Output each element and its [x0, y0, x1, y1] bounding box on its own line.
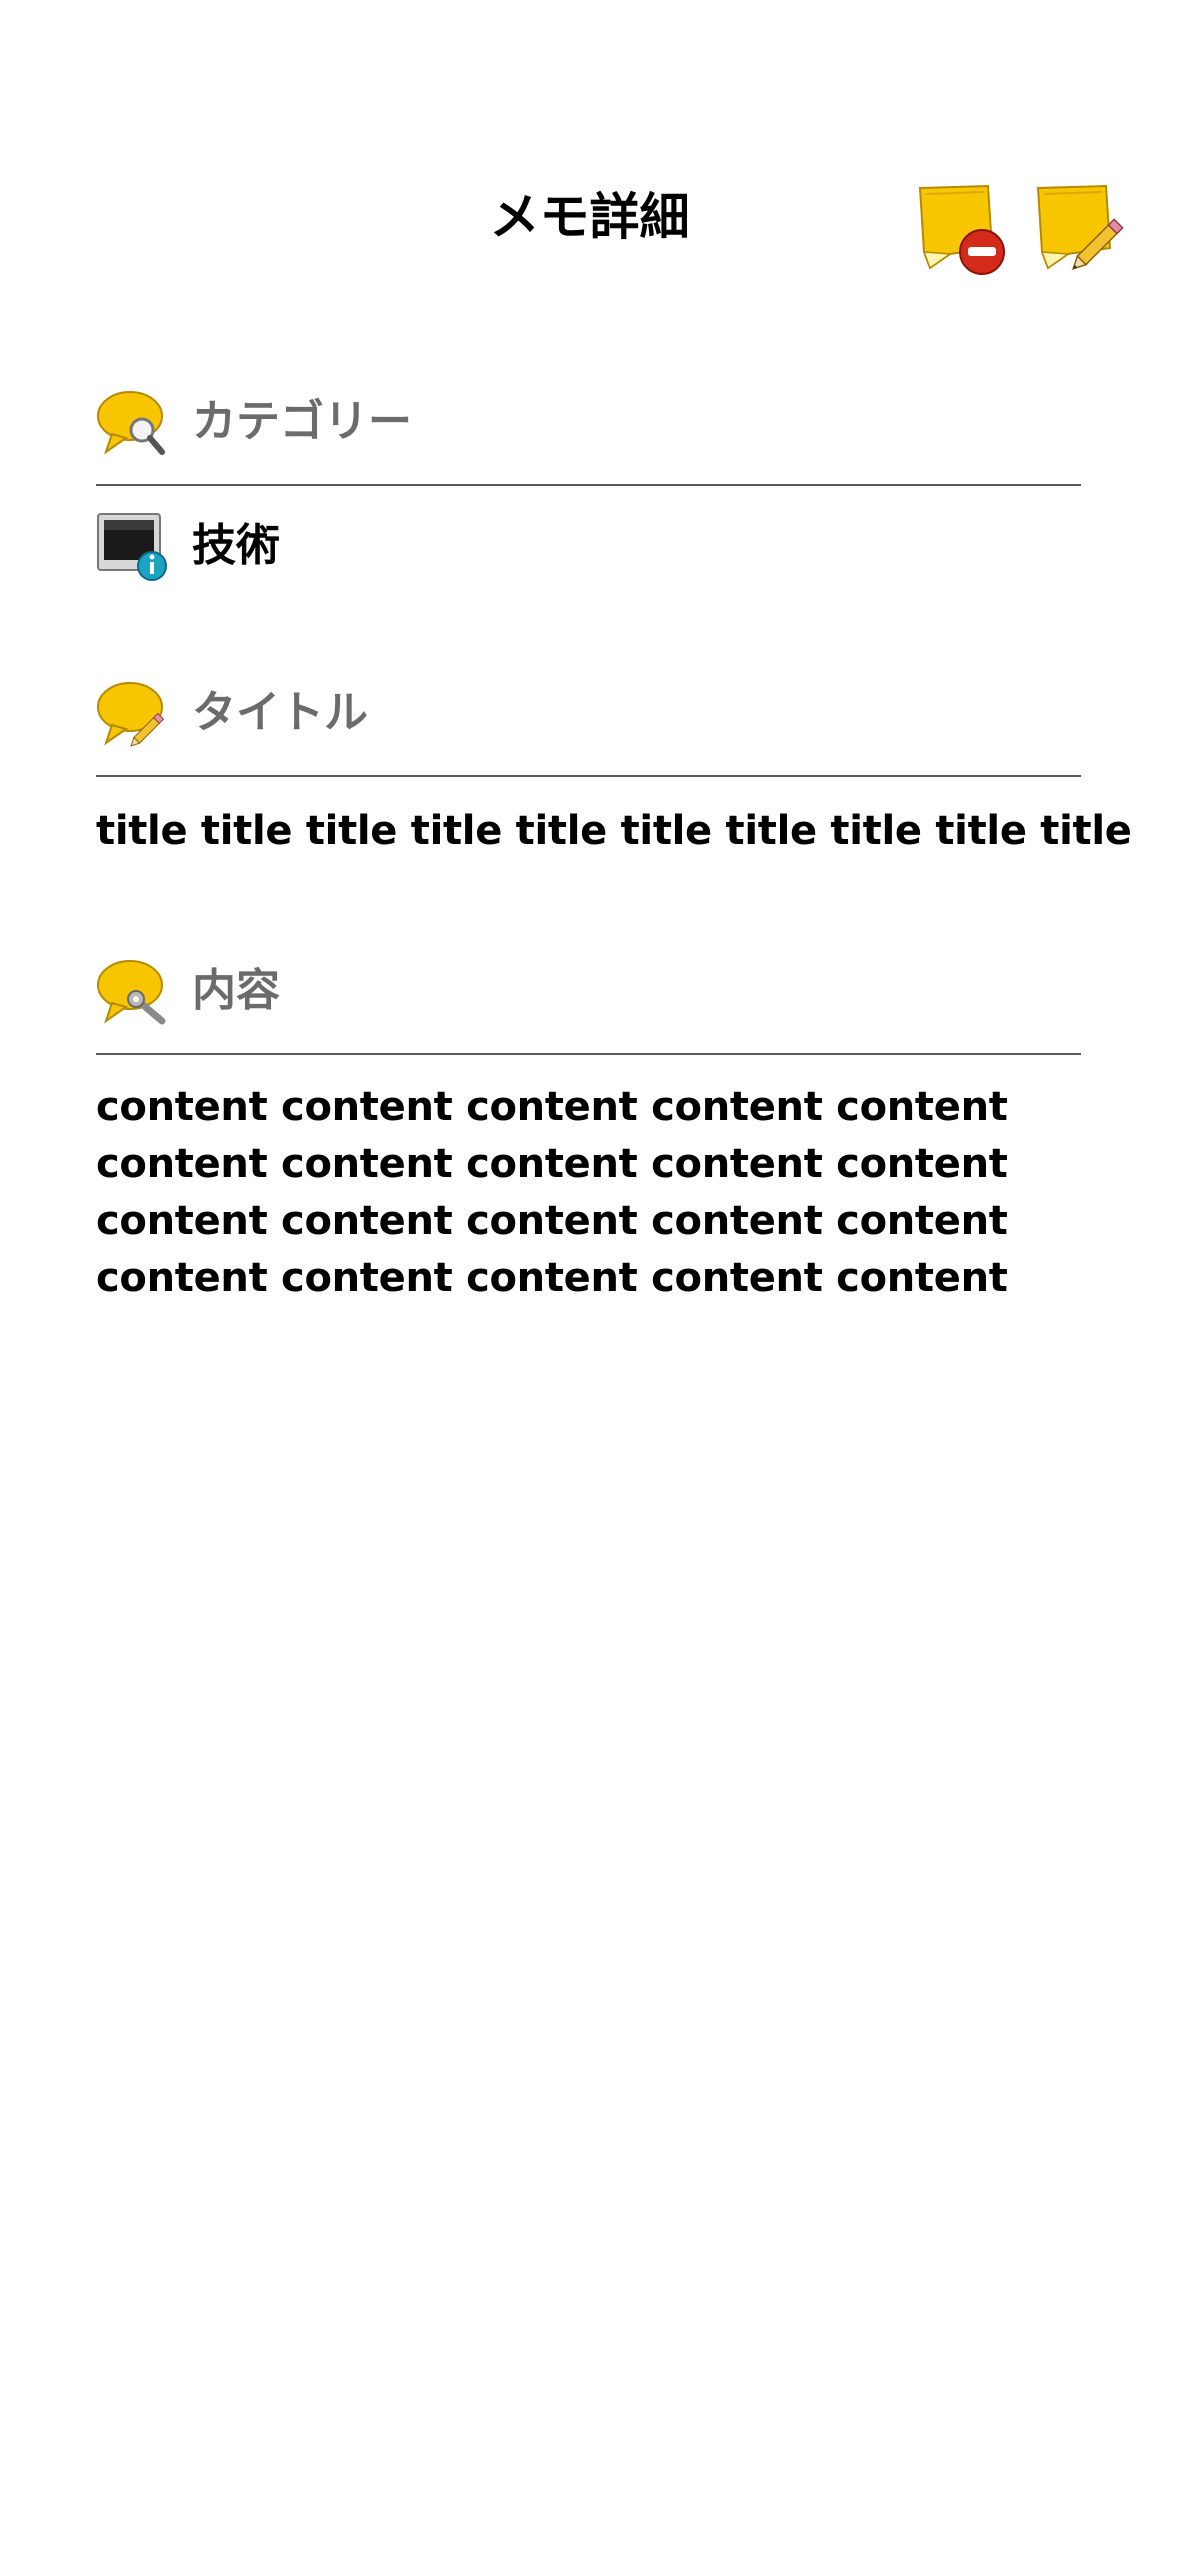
content-header: 内容	[96, 955, 1081, 1045]
category-divider	[96, 484, 1081, 486]
delete-memo-button[interactable]	[910, 180, 1010, 280]
content-divider	[96, 1053, 1081, 1055]
title-label: タイトル	[192, 687, 368, 738]
sticky-note-delete-icon	[918, 184, 1005, 275]
monitor-info-icon	[97, 513, 167, 581]
category-header: カテゴリー	[96, 386, 1081, 476]
title-header: タイトル	[96, 677, 1081, 767]
category-section: カテゴリー 技術	[96, 386, 1081, 636]
edit-memo-button[interactable]	[1030, 180, 1130, 280]
title-divider	[96, 775, 1081, 777]
sticky-note-edit-icon	[1036, 184, 1124, 271]
content-section: 内容 content content content content conte…	[96, 955, 1081, 1335]
title-value: title title title title title title titl…	[96, 808, 1132, 854]
speech-bubble-wrench-icon	[97, 960, 166, 1025]
navigation-bar: メモ詳細	[0, 150, 1179, 300]
category-label: カテゴリー	[192, 396, 412, 447]
category-value: 技術	[192, 520, 280, 571]
category-value-row: 技術	[96, 510, 1081, 590]
speech-bubble-pencil-icon	[97, 682, 165, 747]
title-section: タイトル title title title title title title…	[96, 677, 1132, 877]
content-label: 内容	[192, 965, 280, 1016]
content-value: content content content content content …	[96, 1084, 1008, 1301]
speech-bubble-search-icon	[97, 391, 165, 455]
